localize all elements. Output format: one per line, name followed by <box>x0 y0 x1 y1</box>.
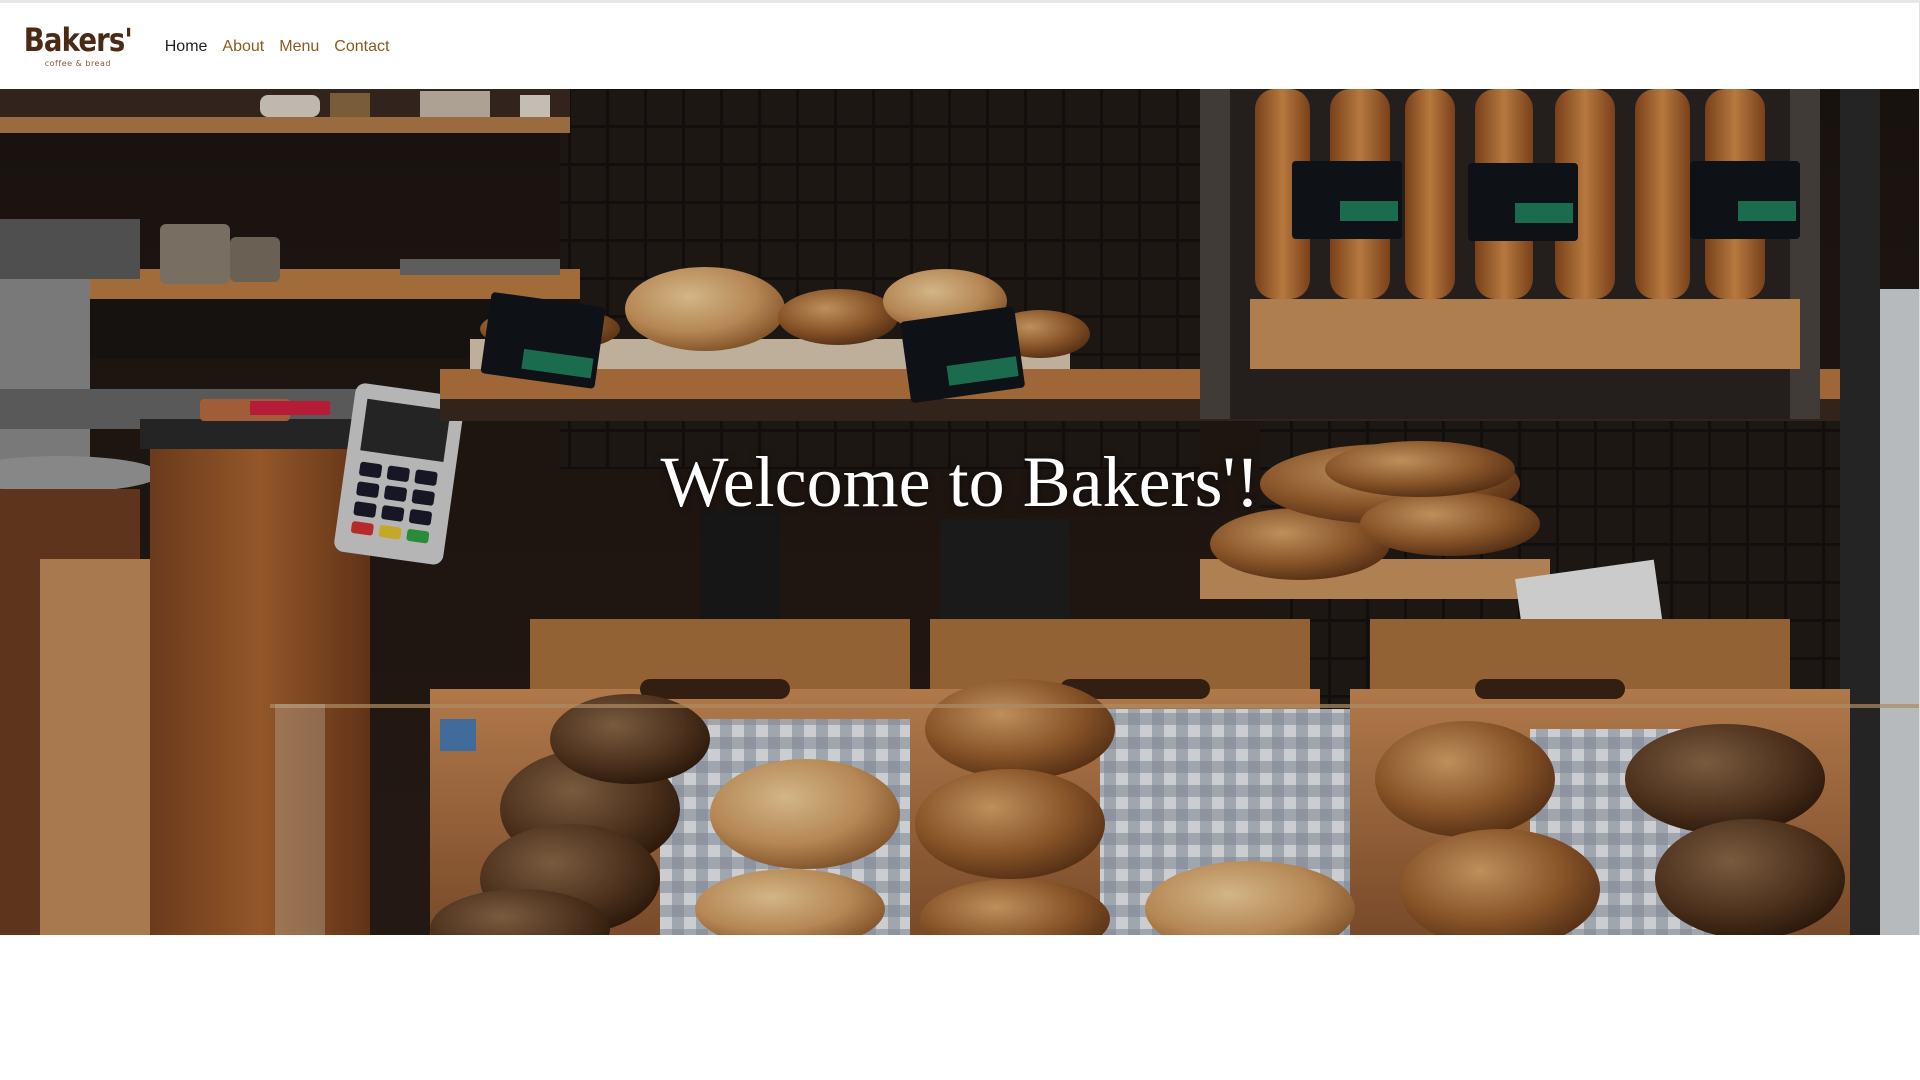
hero-banner: Welcome to Bakers'! <box>0 89 1920 935</box>
nav-menu-link[interactable]: Menu <box>279 38 319 56</box>
nav-links: Home About Menu Contact <box>165 38 405 56</box>
brand-tagline: coffee & bread <box>44 59 111 68</box>
brand-name: Bakers' <box>23 21 133 59</box>
brand-logo[interactable]: Bakers' coffee & bread <box>15 24 141 68</box>
navbar: Bakers' coffee & bread Home About Menu C… <box>0 3 1920 89</box>
nav-about-link[interactable]: About <box>222 38 264 56</box>
page: Bakers' coffee & bread Home About Menu C… <box>0 0 1920 1080</box>
nav-home-link[interactable]: Home <box>165 38 208 56</box>
nav-contact-link[interactable]: Contact <box>334 38 389 56</box>
hero-title: Welcome to Bakers'! <box>660 442 1260 522</box>
